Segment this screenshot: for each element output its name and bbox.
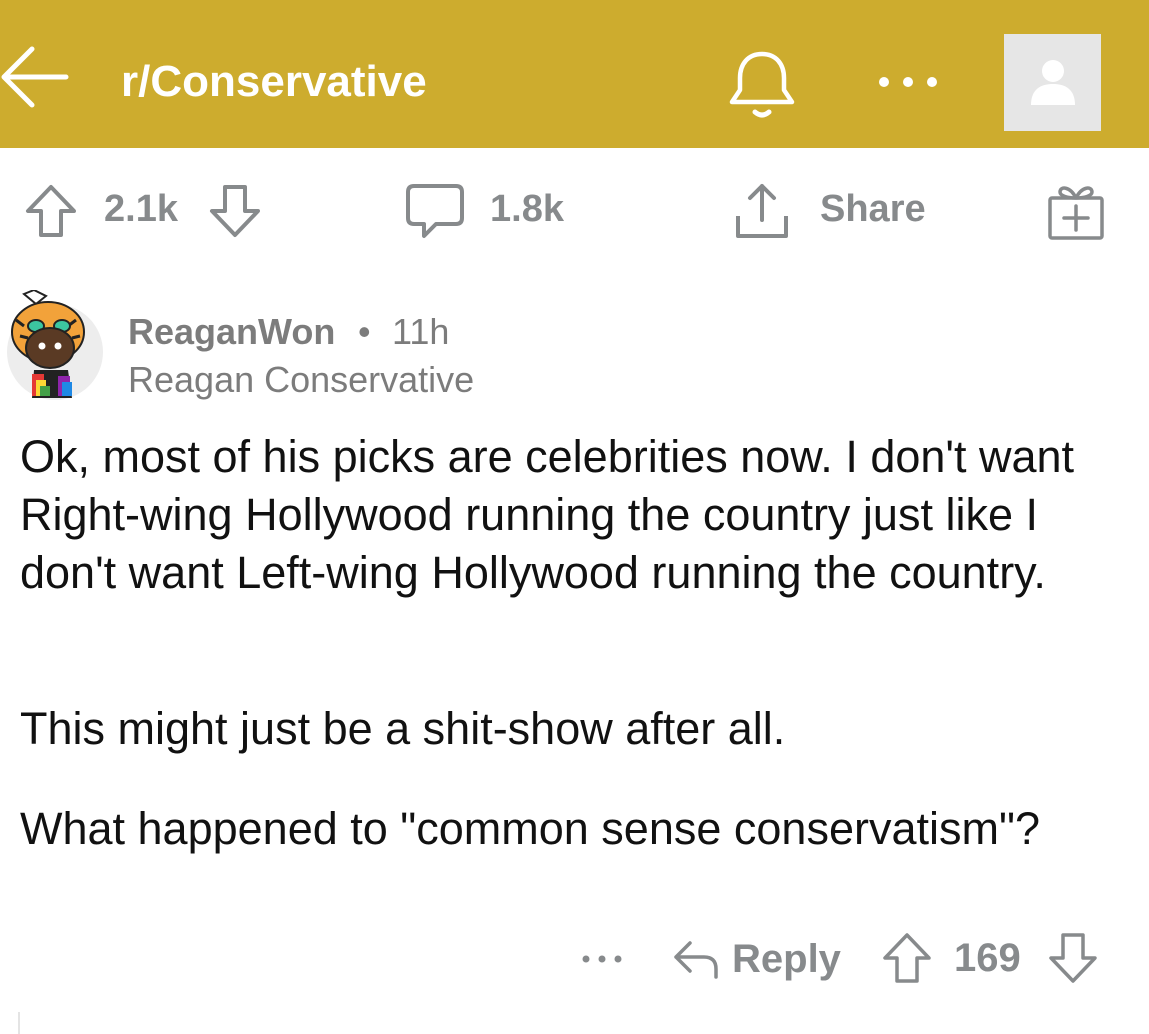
bell-icon <box>729 51 795 118</box>
notification-button[interactable] <box>722 42 802 122</box>
gift-add-icon <box>1048 186 1104 240</box>
comment-score: 169 <box>954 936 1021 980</box>
share-button-icon[interactable] <box>732 180 792 242</box>
comment-count: 1.8k <box>490 188 564 230</box>
reply-label: Reply <box>732 936 841 981</box>
user-flair: Reagan Conservative <box>128 359 475 400</box>
upvote-arrow-icon <box>26 185 76 237</box>
post-score: 2.1k <box>104 188 178 230</box>
comment-paragraph: This might just be a shit-show after all… <box>20 703 786 754</box>
post-downvote-button[interactable] <box>208 183 262 239</box>
reply-button[interactable]: Reply <box>672 930 841 988</box>
user-avatar-button[interactable] <box>1004 34 1101 131</box>
thread-line <box>18 1012 20 1034</box>
comment-paragraph: What happened to "common sense conservat… <box>20 803 1040 854</box>
comment-bubble-icon <box>406 184 464 238</box>
comment-author[interactable]: ReaganWon <box>128 311 335 353</box>
post-upvote-button[interactable] <box>24 183 78 239</box>
back-button[interactable] <box>0 40 70 114</box>
comment-paragraph: Ok, most of his picks are celebrities no… <box>20 431 1075 598</box>
comments-button[interactable] <box>404 180 466 242</box>
top-app-bar: r/Conservative <box>0 0 1149 148</box>
award-button[interactable] <box>1046 180 1106 242</box>
comment-more-button[interactable] <box>578 944 626 974</box>
reply-arrow-icon <box>674 941 718 979</box>
share-button[interactable]: Share <box>820 188 926 231</box>
comment-downvote-button[interactable] <box>1048 932 1098 984</box>
post-action-bar: 2.1k 1.8k Share <box>0 148 1149 274</box>
user-silhouette-icon <box>1030 59 1075 105</box>
meta-separator: • <box>358 311 371 352</box>
comment-timestamp: 11h <box>392 311 450 352</box>
more-options-button[interactable] <box>872 62 944 102</box>
downvote-arrow-icon <box>210 185 260 237</box>
arrow-left-icon <box>1 46 69 108</box>
upvote-arrow-icon <box>883 933 931 983</box>
ellipsis-icon <box>879 77 937 87</box>
tiger-avatar-icon <box>7 288 103 400</box>
ellipsis-icon <box>582 955 622 963</box>
share-icon <box>736 184 788 238</box>
comment-upvote-button[interactable] <box>882 932 932 984</box>
subreddit-title[interactable]: r/Conservative <box>121 56 427 108</box>
downvote-arrow-icon <box>1049 933 1097 983</box>
user-avatar[interactable] <box>6 288 104 402</box>
